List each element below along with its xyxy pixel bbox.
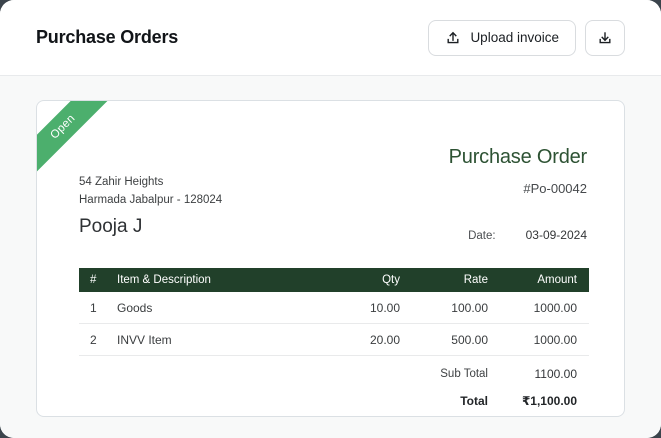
download-icon	[597, 30, 613, 46]
sub-total-label: Sub Total	[79, 368, 500, 380]
date-value: 03-09-2024	[526, 228, 587, 242]
po-title-block: Purchase Order #Po-00042 Date: 03-09-202…	[449, 145, 587, 242]
cell-index: 2	[79, 333, 117, 347]
total-value: ₹1,100.00	[500, 394, 589, 408]
total-label: Total	[79, 394, 500, 408]
status-ribbon-label: Open	[48, 112, 77, 141]
upload-invoice-button[interactable]: Upload invoice	[428, 20, 576, 56]
col-header-item: Item & Description	[117, 274, 324, 286]
cell-amount: 1000.00	[500, 301, 589, 315]
sub-total-row: Sub Total 1100.00	[79, 360, 589, 387]
table-header-row: # Item & Description Qty Rate Amount	[79, 268, 589, 292]
date-row: Date: 03-09-2024	[468, 228, 587, 242]
document-header-section: 54 Zahir Heights Harmada Jabalpur - 1280…	[79, 101, 587, 242]
header-bar: Purchase Orders Upload invoice	[0, 0, 661, 76]
document-title: Purchase Order	[449, 145, 587, 169]
col-header-amount: Amount	[500, 274, 589, 286]
vendor-address-line2: Harmada Jabalpur - 128024	[79, 191, 222, 209]
vendor-name: Pooja J	[79, 214, 222, 239]
purchase-order-document[interactable]: Open 54 Zahir Heights Harmada Jabalpur -…	[36, 100, 625, 417]
download-button[interactable]	[585, 20, 625, 56]
table-row: 1 Goods 10.00 100.00 1000.00	[79, 292, 589, 324]
vendor-block: 54 Zahir Heights Harmada Jabalpur - 1280…	[79, 173, 222, 242]
cell-amount: 1000.00	[500, 333, 589, 347]
col-header-rate: Rate	[412, 274, 500, 286]
header-actions: Upload invoice	[428, 20, 625, 56]
cell-qty: 10.00	[324, 301, 412, 315]
po-number: #Po-00042	[523, 181, 587, 197]
vendor-address-line1: 54 Zahir Heights	[79, 173, 222, 191]
cell-item: INVV Item	[117, 333, 324, 347]
page-title: Purchase Orders	[36, 27, 178, 48]
col-header-index: #	[79, 274, 117, 286]
items-table: # Item & Description Qty Rate Amount 1 G…	[79, 268, 589, 414]
sub-total-value: 1100.00	[500, 367, 589, 381]
purchase-orders-panel: Purchase Orders Upload invoice	[0, 0, 661, 438]
upload-invoice-label: Upload invoice	[470, 30, 559, 45]
cell-rate: 100.00	[412, 301, 500, 315]
date-label: Date:	[468, 230, 496, 242]
table-row: 2 INVV Item 20.00 500.00 1000.00	[79, 324, 589, 356]
col-header-qty: Qty	[324, 274, 412, 286]
total-row: Total ₹1,100.00	[79, 387, 589, 414]
upload-icon	[445, 30, 461, 46]
cell-item: Goods	[117, 301, 324, 315]
main-area: Open 54 Zahir Heights Harmada Jabalpur -…	[0, 76, 661, 438]
cell-index: 1	[79, 301, 117, 315]
cell-rate: 500.00	[412, 333, 500, 347]
cell-qty: 20.00	[324, 333, 412, 347]
